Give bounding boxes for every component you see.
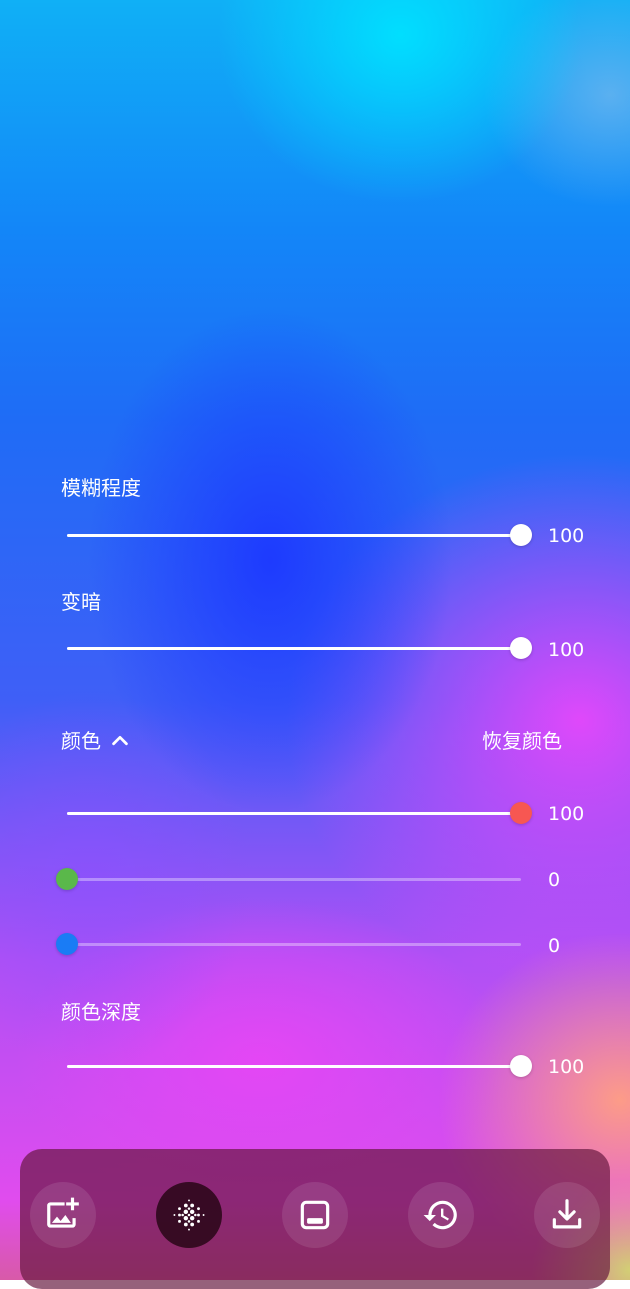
blue-slider[interactable] (56, 933, 521, 955)
red-slider-thumb[interactable] (510, 802, 532, 824)
color-label: 颜色 (61, 729, 101, 753)
bottom-toolbar (20, 1149, 610, 1289)
color-depth-value: 100 (548, 1056, 585, 1078)
green-value: 0 (548, 869, 561, 891)
download-button[interactable] (534, 1182, 600, 1248)
history-button[interactable] (408, 1182, 474, 1248)
blue-slider-thumb[interactable] (56, 933, 78, 955)
color-section-toggle[interactable]: 颜色 (61, 729, 131, 753)
green-slider[interactable] (56, 868, 521, 890)
blue-value: 0 (548, 935, 561, 957)
red-value: 100 (548, 803, 585, 825)
blur-label: 模糊程度 (61, 476, 141, 500)
green-slider-thumb[interactable] (56, 868, 78, 890)
darken-slider-fill (67, 647, 521, 650)
blur-slider-thumb[interactable] (510, 524, 532, 546)
history-icon (423, 1200, 457, 1230)
bottom-panel-icon (300, 1200, 330, 1230)
chevron-up-icon (112, 735, 128, 746)
darken-slider[interactable] (67, 637, 532, 659)
blur-slider[interactable] (67, 524, 532, 546)
color-depth-slider-thumb[interactable] (510, 1055, 532, 1077)
darken-slider-thumb[interactable] (510, 637, 532, 659)
blurred-gradient-wallpaper-preview (0, 0, 630, 1280)
bottom-panel-button[interactable] (282, 1182, 348, 1248)
blur-value: 100 (548, 525, 585, 547)
download-icon (552, 1199, 582, 1229)
blur-dots-icon (173, 1199, 205, 1231)
color-depth-slider-fill (67, 1065, 521, 1068)
blur-effect-button[interactable] (156, 1182, 222, 1248)
add-image-icon (47, 1197, 79, 1228)
color-depth-label: 颜色深度 (61, 1000, 141, 1024)
restore-color-button[interactable]: 恢复颜色 (482, 729, 562, 753)
add-image-button[interactable] (30, 1182, 96, 1248)
red-slider-fill (67, 812, 521, 815)
color-depth-slider[interactable] (67, 1055, 532, 1077)
blur-slider-fill (67, 534, 521, 537)
darken-value: 100 (548, 639, 585, 661)
darken-label: 变暗 (61, 590, 101, 614)
red-slider[interactable] (67, 802, 532, 824)
